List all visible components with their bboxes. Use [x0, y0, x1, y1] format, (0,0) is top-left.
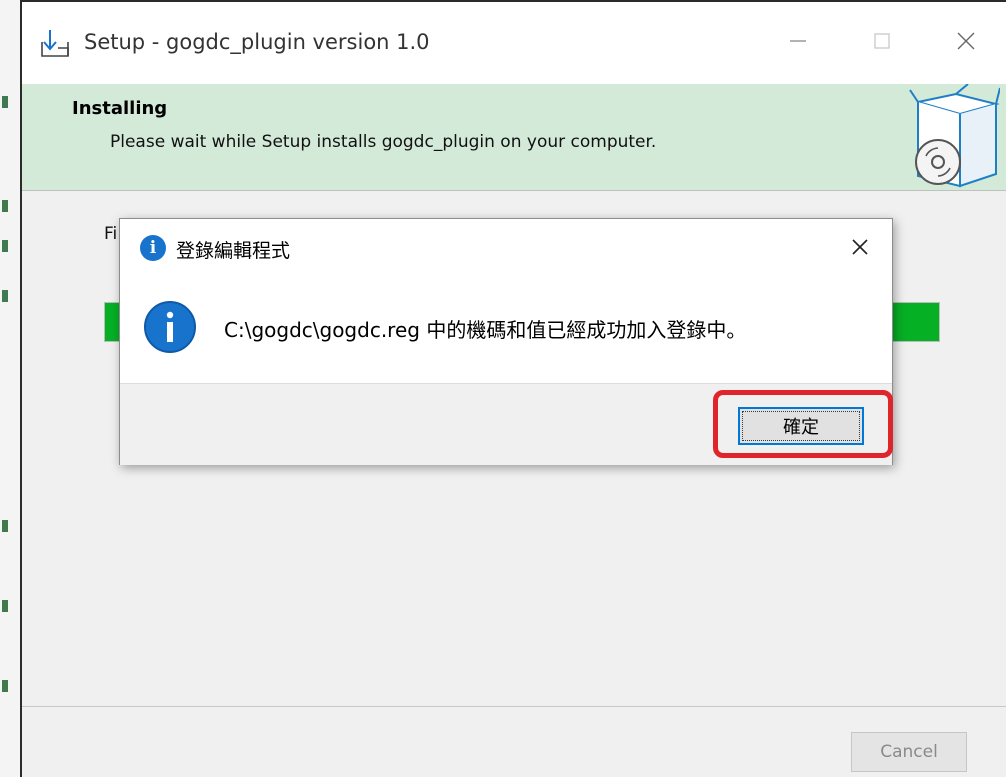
- dialog-close-button[interactable]: [832, 227, 888, 271]
- dialog-title-bar: i 登錄編輯程式: [120, 219, 892, 279]
- info-icon: [144, 301, 196, 353]
- footer-divider: [22, 706, 1006, 707]
- software-box-cd-icon: [908, 83, 1001, 188]
- minimize-icon: [788, 31, 808, 55]
- info-icon: i: [140, 235, 166, 261]
- installing-header: Installing Please wait while Setup insta…: [22, 83, 1006, 191]
- background-marker: [2, 520, 8, 532]
- close-button[interactable]: [936, 18, 996, 68]
- header-subtitle: Please wait while Setup installs gogdc_p…: [110, 132, 657, 152]
- background-marker: [2, 96, 8, 108]
- maximize-button[interactable]: [852, 18, 912, 68]
- cancel-button[interactable]: Cancel: [851, 732, 967, 772]
- header-title: Installing: [72, 98, 168, 119]
- background-marker: [2, 290, 8, 302]
- minimize-button[interactable]: [768, 18, 828, 68]
- close-icon: [850, 237, 870, 261]
- dialog-message: C:\gogdc\gogdc.reg 中的機碼和值已經成功加入登錄中。: [224, 318, 747, 342]
- dialog-title: 登錄編輯程式: [176, 240, 291, 262]
- background-marker: [2, 600, 8, 612]
- maximize-icon: [872, 31, 892, 55]
- close-icon: [955, 30, 977, 56]
- background-marker: [2, 200, 8, 212]
- title-bar: Setup - gogdc_plugin version 1.0: [22, 2, 1006, 84]
- background-marker: [2, 680, 8, 692]
- ok-button-highlight: [713, 390, 893, 458]
- background-marker: [2, 240, 8, 252]
- install-download-icon: [38, 28, 74, 60]
- window-title: Setup - gogdc_plugin version 1.0: [84, 30, 430, 54]
